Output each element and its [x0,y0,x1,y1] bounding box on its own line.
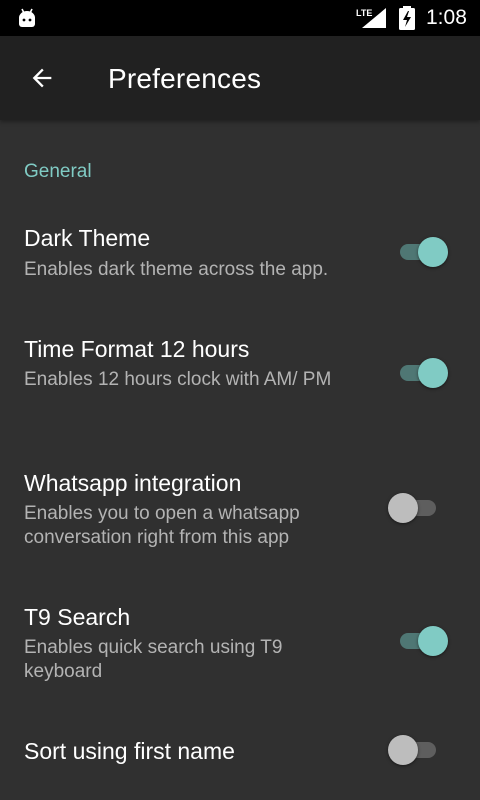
sort-first-name-switch[interactable] [386,733,442,767]
dark-theme-switch[interactable] [394,235,450,269]
app-bar: Preferences [0,36,480,120]
pref-title: Whatsapp integration [24,470,242,496]
switch-thumb [388,735,418,765]
switch-thumb [388,493,418,523]
status-time: 1:08 [426,6,467,29]
t9-search-switch[interactable] [394,624,450,658]
pref-title: Dark Theme [24,225,151,251]
pref-t9-search[interactable]: T9 Search Enables quick search using T9 … [0,598,480,708]
arrow-back-icon [32,68,52,88]
time-format-switch[interactable] [394,356,450,390]
section-header-general: General [24,161,92,182]
back-button[interactable] [22,58,62,98]
pref-title: T9 Search [24,604,131,630]
pref-summary: Enables you to open a whatsapp conversat… [24,503,300,548]
switch-thumb [418,626,448,656]
network-type-label: LTE [356,8,372,18]
switch-thumb [418,358,448,388]
whatsapp-integration-switch[interactable] [386,491,442,525]
pref-title: Sort using first name [24,738,235,764]
pref-time-format[interactable]: Time Format 12 hours Enables 12 hours cl… [0,330,480,440]
pref-sort-first-name[interactable]: Sort using first name [0,732,480,800]
pref-dark-theme[interactable]: Dark Theme Enables dark theme across the… [0,220,480,310]
page-title: Preferences [108,63,262,94]
switch-thumb [418,237,448,267]
lte-signal-icon: LTE [356,8,386,28]
android-debug-icon [19,8,35,27]
pref-summary: Enables 12 hours clock with AM/ PM [24,369,332,390]
pref-title: Time Format 12 hours [24,336,250,362]
battery-charging-icon [399,6,415,30]
status-bar: LTE 1:08 [0,0,480,36]
pref-summary: Enables quick search using T9 keyboard [24,637,283,682]
pref-whatsapp-integration[interactable]: Whatsapp integration Enables you to open… [0,464,480,574]
pref-summary: Enables dark theme across the app. [24,259,329,280]
